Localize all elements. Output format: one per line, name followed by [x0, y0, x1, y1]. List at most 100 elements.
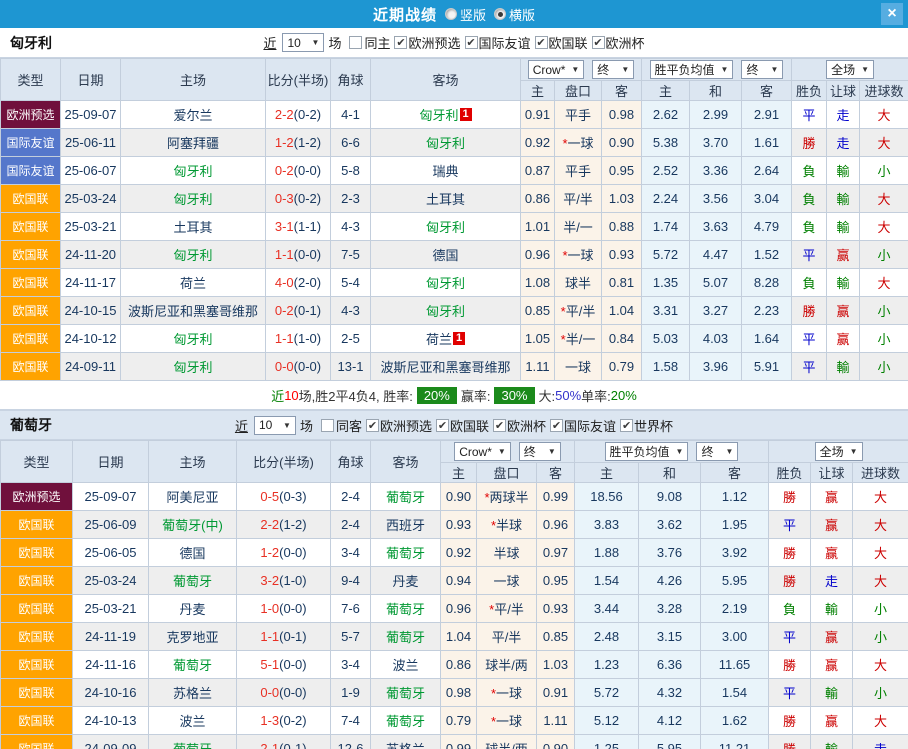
full-time-score: 0-3 — [275, 191, 294, 206]
odds-source-select[interactable]: Crow*▼ — [528, 60, 585, 79]
match-type-badge: 欧国联 — [1, 623, 73, 651]
away-team: 荷兰1 — [371, 325, 521, 353]
table-row: 欧国联24-09-11匈牙利0-0(0-0)13-1波斯尼亚和黑塞哥维那1.11… — [1, 353, 908, 381]
header-dropdown-row: 类型日期主场比分(半场)角球客场Crow*▼终▼胜平负均值▼终▼全场▼ — [1, 441, 908, 463]
avg-draw-odds: 3.62 — [639, 511, 701, 539]
match-result: 勝 — [769, 539, 811, 567]
home-team: 匈牙利 — [121, 353, 266, 381]
avg-home-odds: 5.03 — [642, 325, 690, 353]
column-header: 客场 — [371, 59, 521, 101]
half-time-score: (1-1) — [294, 219, 321, 234]
home-team: 苏格兰 — [149, 679, 237, 707]
layout-vertical-radio[interactable]: 竖版 — [445, 5, 486, 24]
score: 0-0(0-0) — [237, 679, 331, 707]
avg-away-odds: 2.23 — [742, 297, 792, 325]
avg-away-odds: 11.65 — [701, 651, 769, 679]
full-time-score: 0-2 — [275, 303, 294, 318]
same-venue-checkbox[interactable] — [321, 419, 334, 432]
match-date: 24-11-19 — [73, 623, 149, 651]
handicap: 球半/两 — [477, 651, 537, 679]
avg-time-select[interactable]: 终▼ — [696, 442, 738, 461]
handicap-result: 輸 — [811, 735, 853, 749]
avg-home-odds: 1.58 — [642, 353, 690, 381]
match-count-select[interactable]: 10▼ — [254, 416, 296, 435]
match-date: 25-06-09 — [73, 511, 149, 539]
layout-horizontal-radio[interactable]: 横版 — [494, 5, 535, 24]
score: 4-0(2-0) — [266, 269, 331, 297]
odds-time-select[interactable]: 终▼ — [519, 442, 561, 461]
odds-away: 0.90 — [602, 129, 642, 157]
match-type-badge: 欧洲预选 — [1, 101, 61, 129]
handicap: 平手 — [555, 101, 602, 129]
same-venue-checkbox[interactable] — [349, 36, 362, 49]
full-time-score: 3-1 — [275, 219, 294, 234]
close-button[interactable]: × — [881, 3, 903, 25]
home-team: 土耳其 — [121, 213, 266, 241]
scope-select[interactable]: 全场▼ — [815, 442, 863, 461]
match-date: 25-06-05 — [73, 539, 149, 567]
league-checkbox[interactable]: ✔ — [535, 36, 548, 49]
avg-time-select[interactable]: 终▼ — [741, 60, 783, 79]
full-time-score: 0-0 — [275, 359, 294, 374]
odds-source-select[interactable]: Crow*▼ — [454, 442, 511, 461]
goals-result: 小 — [853, 623, 908, 651]
table-row: 欧国联24-11-20匈牙利1-1(0-0)7-5德国0.96*一球0.935.… — [1, 241, 908, 269]
league-checkbox[interactable]: ✔ — [592, 36, 605, 49]
league-checkbox[interactable]: ✔ — [366, 419, 379, 432]
league-checkbox[interactable]: ✔ — [394, 36, 407, 49]
league-checkbox[interactable]: ✔ — [620, 419, 633, 432]
corner-count: 5-8 — [331, 157, 371, 185]
summary-text: 20% — [611, 388, 637, 403]
league-checkbox[interactable]: ✔ — [493, 419, 506, 432]
column-header: 类型 — [1, 441, 73, 483]
handicap-result: 走 — [827, 101, 860, 129]
match-type-badge: 欧国联 — [1, 707, 73, 735]
handicap-value: 半/一 — [566, 332, 596, 347]
dropdown-arrow-icon: ▼ — [726, 447, 734, 456]
titlebar: 近期战绩 竖版 横版 × — [0, 0, 908, 28]
avg-home-odds: 1.88 — [575, 539, 639, 567]
corner-count: 2-5 — [331, 325, 371, 353]
home-team: 波兰 — [149, 707, 237, 735]
avg-type-select[interactable]: 胜平负均值▼ — [650, 60, 734, 79]
scope-group-header: 全场▼ — [792, 59, 908, 81]
odds-home: 0.90 — [441, 483, 477, 511]
avg-home-odds: 1.25 — [575, 735, 639, 749]
handicap-result: 輸 — [827, 185, 860, 213]
handicap: 球半 — [555, 269, 602, 297]
scope-select[interactable]: 全场▼ — [826, 60, 874, 79]
league-checkbox[interactable]: ✔ — [465, 36, 478, 49]
avg-draw-odds: 9.08 — [639, 483, 701, 511]
handicap-value: 一球 — [565, 360, 591, 375]
odds-home: 0.87 — [521, 157, 555, 185]
handicap-value: 半/一 — [563, 220, 593, 235]
avg-draw-odds: 4.26 — [639, 567, 701, 595]
column-header: 日期 — [61, 59, 121, 101]
match-date: 24-09-11 — [61, 353, 121, 381]
handicap: *一球 — [477, 679, 537, 707]
corner-count: 5-7 — [331, 623, 371, 651]
handicap-value: 平手 — [565, 108, 591, 123]
league-label: 国际友谊 — [564, 416, 616, 435]
odds-away: 1.04 — [602, 297, 642, 325]
league-checkbox[interactable]: ✔ — [550, 419, 563, 432]
handicap: 平手 — [555, 157, 602, 185]
handicap-value: 一球 — [568, 248, 594, 263]
odds-home: 0.94 — [441, 567, 477, 595]
table-row: 国际友谊25-06-11阿塞拜疆1-2(1-2)6-6匈牙利0.92*一球0.9… — [1, 129, 908, 157]
avg-draw-odds: 3.63 — [690, 213, 742, 241]
away-team: 土耳其 — [371, 185, 521, 213]
avg-draw-odds: 4.12 — [639, 707, 701, 735]
handicap-value: 平手 — [565, 164, 591, 179]
match-count-select[interactable]: 10▼ — [282, 33, 324, 52]
avg-type-select[interactable]: 胜平负均值▼ — [605, 442, 689, 461]
league-checkbox[interactable]: ✔ — [436, 419, 449, 432]
handicap-value: 球半/两 — [485, 658, 528, 673]
stats-summary: 近10场,胜2平4负4, 胜率:20%赢率:30%大:50% 单率:20% — [0, 381, 908, 410]
table-row: 欧国联24-11-17荷兰4-0(2-0)5-4匈牙利1.08球半0.811.3… — [1, 269, 908, 297]
avg-home-odds: 1.23 — [575, 651, 639, 679]
odds-time-select[interactable]: 终▼ — [592, 60, 634, 79]
match-result: 勝 — [769, 651, 811, 679]
away-team-name: 德国 — [432, 248, 458, 263]
odds-home: 0.98 — [441, 679, 477, 707]
